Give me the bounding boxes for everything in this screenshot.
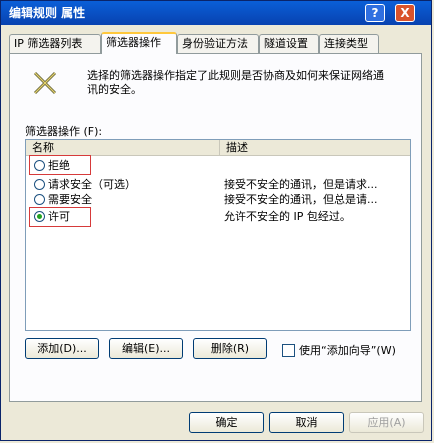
tab-filter-action[interactable]: 筛选器操作 <box>101 32 177 54</box>
close-button[interactable]: X <box>395 4 415 22</box>
filter-action-list[interactable]: 名称 描述 拒绝 请求安全（可选） 接受不安全的通讯，但是请求... 需要安全 … <box>25 139 411 331</box>
remove-button[interactable]: 删除(R) <box>193 338 267 359</box>
list-item-request-security[interactable]: 请求安全（可选） 接受不安全的通讯，但是请求... <box>26 177 410 192</box>
use-wizard-label: 使用“添加向导”(W) <box>299 344 396 357</box>
radio-button[interactable] <box>34 179 45 190</box>
filter-action-icon <box>33 71 57 95</box>
edit-button[interactable]: 编辑(E)... <box>109 338 183 359</box>
radio-button[interactable] <box>34 194 45 205</box>
item-desc: 接受不安全的通讯，但是请求... <box>224 178 378 191</box>
item-desc: 允许不安全的 IP 包经过。 <box>224 210 351 223</box>
column-header-name[interactable]: 名称 <box>26 140 220 155</box>
description-text: 选择的筛选器操作指定了此规则是否协商及如何来保证网络通讯的安全。 <box>87 69 384 96</box>
tab-auth-methods[interactable]: 身份验证方法 <box>177 34 259 53</box>
cancel-button[interactable]: 取消 <box>269 412 344 433</box>
add-button[interactable]: 添加(D)... <box>25 338 99 359</box>
tab-ip-filter-list[interactable]: IP 筛选器列表 <box>9 34 101 53</box>
properties-dialog: 编辑规则 属性 ? X IP 筛选器列表 筛选器操作 身份验证方法 隧道设置 连… <box>0 0 432 441</box>
list-item-require-security[interactable]: 需要安全 接受不安全的通讯，但总是请... <box>26 192 410 207</box>
list-label: 筛选器操作 (F): <box>25 125 103 138</box>
tab-tunnel-settings[interactable]: 隧道设置 <box>259 34 319 53</box>
annotation-box-permit <box>29 207 91 227</box>
help-button[interactable]: ? <box>365 4 385 22</box>
list-header: 名称 描述 <box>26 140 410 156</box>
column-header-desc[interactable]: 描述 <box>220 140 411 155</box>
ok-button[interactable]: 确定 <box>189 412 264 433</box>
tab-connection-type[interactable]: 连接类型 <box>319 34 379 53</box>
item-desc: 接受不安全的通讯，但总是请... <box>224 193 378 206</box>
window-title: 编辑规则 属性 <box>9 6 86 20</box>
item-name: 请求安全（可选） <box>48 178 136 191</box>
apply-button[interactable]: 应用(A) <box>349 412 424 433</box>
title-bar[interactable]: 编辑规则 属性 ? X <box>1 1 431 25</box>
use-wizard-checkbox[interactable] <box>282 344 295 357</box>
item-name: 需要安全 <box>48 193 92 206</box>
annotation-box-deny <box>29 155 91 175</box>
